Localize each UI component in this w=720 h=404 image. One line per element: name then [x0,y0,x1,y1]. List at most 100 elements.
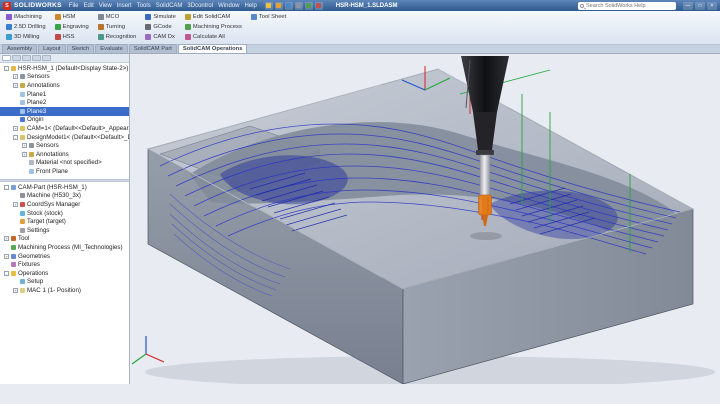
expand-icon[interactable]: + [22,151,27,157]
expand-icon[interactable] [22,169,27,174]
expand-icon[interactable] [13,219,18,224]
cam-tree-item[interactable]: Machining Process (MI_Technologies) [0,243,129,252]
cam-tree-item[interactable]: - CAM-Part (HSR-HSM_1) [0,183,129,192]
ribbon-button[interactable]: Machining Process [182,22,245,32]
expand-icon[interactable] [13,100,18,105]
menu-item[interactable]: Window [218,3,239,9]
expand-icon[interactable]: - [4,65,9,71]
cam-tree-item[interactable]: Settings [0,226,129,235]
expand-icon[interactable] [22,160,27,165]
expand-icon[interactable] [13,228,18,233]
expand-icon[interactable] [13,109,18,114]
open-icon[interactable] [274,1,283,10]
ribbon-button[interactable]: iMachining [3,12,49,22]
undo-icon[interactable] [304,1,313,10]
configuration-tab[interactable] [22,55,31,61]
expand-icon[interactable] [13,279,18,284]
ribbon-button[interactable]: Calculate All [182,32,245,42]
command-tab[interactable]: Assembly [2,44,38,53]
cam-tree-item[interactable]: Machine (H530_3x) [0,192,129,201]
expand-icon[interactable] [13,117,18,122]
cam-tree-item[interactable]: Stock (stock) [0,209,129,218]
cam-tree-item[interactable]: + CoordSys Manager [0,200,129,209]
cam-tree-item[interactable]: + Geometries [0,252,129,261]
ribbon-button[interactable]: 2.5D Drilling [3,22,49,32]
ribbon-button[interactable]: HSM [52,12,92,22]
feature-tree-item[interactable]: - HSR-HSM_1 (Default<Display State-2>) [0,64,129,73]
ribbon-button[interactable]: Edit SolidCAM [182,12,245,22]
menu-item[interactable]: Insert [117,3,132,9]
dimxpert-tab[interactable] [32,55,41,61]
command-tab[interactable]: SolidCAM Part [128,44,177,53]
ribbon-button[interactable]: Simulate [142,12,179,22]
expand-icon[interactable] [13,211,18,216]
menu-item[interactable]: View [99,3,112,9]
feature-tree-item[interactable]: + CAM=1< (Default<<Default>_Appearance D… [0,124,129,133]
ribbon-button[interactable]: Turning [95,22,140,32]
expand-icon[interactable]: - [13,134,18,140]
expand-icon[interactable]: + [13,82,18,88]
menu-item[interactable]: 3Dcontrol [187,3,213,9]
expand-icon[interactable] [13,92,18,97]
expand-icon[interactable] [13,193,18,198]
property-manager-tab[interactable] [12,55,21,61]
expand-icon[interactable]: + [13,287,18,293]
ribbon-button[interactable]: MCO [95,12,140,22]
cam-tree-item[interactable]: Target (target) [0,217,129,226]
search-input[interactable] [586,2,674,9]
feature-tree-item[interactable]: + Annotations [0,150,129,159]
feature-tree-item[interactable]: - DesignModel1< (Default<<Default>_Displ… [0,133,129,142]
feature-tree-item[interactable]: + Sensors [0,141,129,150]
feature-tree-item[interactable]: Plane3 [0,106,129,116]
cam-tree-item[interactable]: Fixtures [0,260,129,269]
cam-tree-item[interactable]: + MAC 1 (1- Position) [0,286,129,295]
menu-item[interactable]: SolidCAM [156,3,183,9]
expand-icon[interactable]: + [13,125,18,131]
expand-icon[interactable]: - [4,270,9,276]
menu-item[interactable]: File [69,3,79,9]
expand-icon[interactable]: + [22,143,27,149]
feature-tree-item[interactable]: + Sensors [0,73,129,82]
menu-item[interactable]: Tools [137,3,151,9]
command-tab[interactable]: Layout [38,44,66,53]
expand-icon[interactable] [4,262,9,267]
new-icon[interactable] [264,1,273,10]
search-box[interactable] [578,1,676,10]
window-control-button[interactable]: — [683,1,693,10]
cam-tree-item[interactable]: + Tool [0,235,129,244]
ribbon-button[interactable]: Recognition [95,32,140,42]
ribbon-button[interactable]: GCode [142,22,179,32]
cam-tree-item[interactable]: Setup [0,278,129,287]
expand-icon[interactable]: + [4,253,9,259]
menu-item[interactable]: Help [244,3,256,9]
graphics-viewport[interactable]: ⌂□◯▤◇●▣▦ [130,54,720,384]
feature-tree-item[interactable]: Plane1 [0,90,129,99]
command-tab[interactable]: Evaluate [95,44,128,53]
save-icon[interactable] [284,1,293,10]
rebuild-icon[interactable] [314,1,323,10]
expand-icon[interactable]: + [13,201,18,207]
feature-tree-tab[interactable] [2,55,11,61]
cam-tree-item[interactable]: - Operations [0,269,129,278]
feature-tree-item[interactable]: Plane2 [0,98,129,107]
ribbon-button[interactable]: Tool Sheet [248,12,289,22]
feature-tree-item[interactable]: Front Plane [0,167,129,176]
expand-icon[interactable]: + [13,74,18,80]
window-control-button[interactable]: □ [695,1,705,10]
expand-icon[interactable] [4,245,9,250]
expand-icon[interactable]: + [4,236,9,242]
command-tab[interactable]: SolidCAM Operations [177,44,248,53]
ribbon-button[interactable]: 3D Milling [3,32,49,42]
print-icon[interactable] [294,1,303,10]
command-tab[interactable]: Sketch [66,44,95,53]
ribbon-button[interactable]: CAM Dx [142,32,179,42]
window-control-button[interactable]: × [707,1,717,10]
feature-tree-item[interactable]: Material <not specified> [0,159,129,168]
display-manager-tab[interactable] [42,55,51,61]
menu-item[interactable]: Edit [83,3,93,9]
expand-icon[interactable]: - [4,184,9,190]
feature-tree-item[interactable]: + Annotations [0,81,129,90]
ribbon-button[interactable]: HSS [52,32,92,42]
feature-tree-item[interactable]: Origin [0,116,129,125]
ribbon-button[interactable]: Engraving [52,22,92,32]
